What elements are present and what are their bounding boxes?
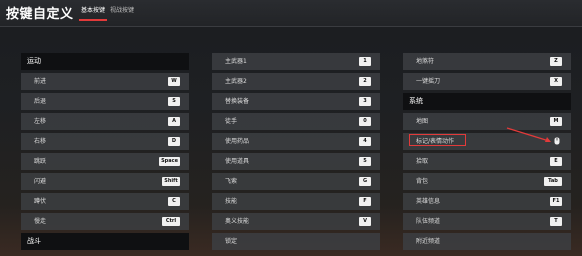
keybind-row-nearby-channel[interactable]: 附近频道 [403, 233, 571, 250]
keybind-row-skill[interactable]: 技能 F [212, 193, 380, 210]
keybind-row-right[interactable]: 右移 D [21, 133, 189, 150]
keybind-label: 拾取 [416, 158, 429, 165]
keybind-label: 前进 [34, 78, 47, 85]
highlight-annotation-box [409, 134, 466, 146]
keybind-label: 地图 [416, 118, 429, 125]
keybind-row-weapon2[interactable]: 主武器2 2 [212, 73, 380, 90]
key-badge[interactable]: 5 [359, 157, 371, 166]
keybind-label: 英雄信息 [416, 198, 441, 205]
keybind-row-forward[interactable]: 前进 W [21, 73, 189, 90]
keybind-row-dodge[interactable]: 闪避 Shift [21, 173, 189, 190]
keybind-label: 一键摇刀 [416, 78, 441, 85]
key-badge[interactable]: W [168, 77, 180, 86]
column-movement: 运动 前进 W 后退 S 左移 A 右移 D 跳跃 Space 闪避 Shift 蹲伏 C 慢… [21, 53, 189, 253]
keybind-label: 后退 [34, 98, 47, 105]
key-badge[interactable]: T [550, 217, 562, 226]
key-badge[interactable]: 3 [359, 97, 371, 106]
key-badge[interactable]: S [168, 97, 180, 106]
section-header-combat: 战斗 [21, 233, 189, 250]
red-arrow-icon [506, 127, 551, 142]
keybind-row-weapon1[interactable]: 主武器1 1 [212, 53, 380, 70]
keybind-row-back[interactable]: 后退 S [21, 93, 189, 110]
keybind-label: 锁定 [225, 238, 238, 245]
keybind-row-use-item[interactable]: 使用道具 5 [212, 153, 380, 170]
keybind-row-left[interactable]: 左移 A [21, 113, 189, 130]
keybind-label: 右移 [34, 138, 47, 145]
key-badge[interactable]: 0 [359, 117, 371, 126]
keybind-label: 奥义技能 [225, 218, 250, 225]
top-header: 按键自定义 基本按键 视战按键 [0, 0, 582, 27]
key-badge[interactable]: F1 [550, 197, 562, 206]
keybind-row-quick-shake[interactable]: 一键摇刀 X [403, 73, 571, 90]
keybind-row-backpack[interactable]: 背包 Tab [403, 173, 571, 190]
keybind-label: 技能 [225, 198, 238, 205]
key-badge[interactable]: X [550, 77, 562, 86]
column-weapons: 主武器1 1 主武器2 2 替换装备 3 徒手 0 使用药品 4 使用道具 5 飞索 G 技能… [212, 53, 380, 253]
keybind-row-walk[interactable]: 慢走 Ctrl [21, 213, 189, 230]
keybind-label: 使用药品 [225, 138, 250, 145]
keybind-row-use-medicine[interactable]: 使用药品 4 [212, 133, 380, 150]
keybind-label: 主武器2 [225, 78, 247, 85]
tab-view-keys[interactable]: 视战按键 [106, 4, 138, 18]
keybind-row-pickup[interactable]: 拾取 E [403, 153, 571, 170]
key-badge[interactable]: A [168, 117, 180, 126]
key-badge[interactable]: D [168, 137, 180, 146]
keybind-row-swap-gear[interactable]: 替换装备 3 [212, 93, 380, 110]
keybind-label: 左移 [34, 118, 47, 125]
key-badge[interactable]: 4 [359, 137, 371, 146]
keybind-label: 替换装备 [225, 98, 250, 105]
keybind-label: 队伍频道 [416, 218, 441, 225]
key-badge[interactable]: Tab [544, 177, 562, 186]
key-badge[interactable]: E [550, 157, 562, 166]
keybind-row-unarmed[interactable]: 徒手 0 [212, 113, 380, 130]
page-title: 按键自定义 [6, 7, 74, 22]
key-badge[interactable]: Ctrl [162, 217, 180, 226]
key-badge[interactable]: G [359, 177, 371, 186]
keybind-row-hero-info[interactable]: 英雄信息 F1 [403, 193, 571, 210]
key-badge[interactable]: Shift [162, 177, 180, 186]
keybind-label: 闪避 [34, 178, 47, 185]
mouse-icon[interactable] [553, 137, 561, 145]
tab-basic-keys[interactable]: 基本按键 [77, 4, 109, 21]
keybind-row-jump[interactable]: 跳跃 Space [21, 153, 189, 170]
keybind-label: 使用道具 [225, 158, 250, 165]
key-badge[interactable]: 2 [359, 77, 371, 86]
key-badge[interactable]: F [359, 197, 371, 206]
keybind-label: 地煞符 [416, 58, 435, 65]
keybind-label: 慢走 [34, 218, 47, 225]
keybind-label: 飞索 [225, 178, 238, 185]
keybind-row-grapple[interactable]: 飞索 G [212, 173, 380, 190]
keybind-row-team-channel[interactable]: 队伍频道 T [403, 213, 571, 230]
key-badge[interactable]: V [359, 217, 371, 226]
section-header-system: 系统 [403, 93, 571, 110]
keybind-label: 背包 [416, 178, 429, 185]
key-badge[interactable]: C [168, 197, 180, 206]
column-system: 地煞符 Z 一键摇刀 X 系统 地图 M 标记/表情动作 拾取 E 背包 Tab 英雄信息… [403, 53, 571, 253]
keybind-row-ultimate[interactable]: 奥义技能 V [212, 213, 380, 230]
section-header-movement: 运动 [21, 53, 189, 70]
keybind-row-lock[interactable]: 锁定 [212, 233, 380, 250]
key-badge[interactable]: Z [550, 57, 562, 66]
keybind-label: 蹲伏 [34, 198, 47, 205]
keybind-label: 主武器1 [225, 58, 247, 65]
keybind-label: 徒手 [225, 118, 238, 125]
keybind-row-crouch[interactable]: 蹲伏 C [21, 193, 189, 210]
key-badge[interactable]: Space [159, 157, 180, 166]
keybind-label: 跳跃 [34, 158, 47, 165]
key-badge[interactable]: 1 [359, 57, 371, 66]
keybind-label: 附近频道 [416, 238, 441, 245]
key-badge[interactable]: M [550, 117, 562, 126]
keybind-row-talisman[interactable]: 地煞符 Z [403, 53, 571, 70]
